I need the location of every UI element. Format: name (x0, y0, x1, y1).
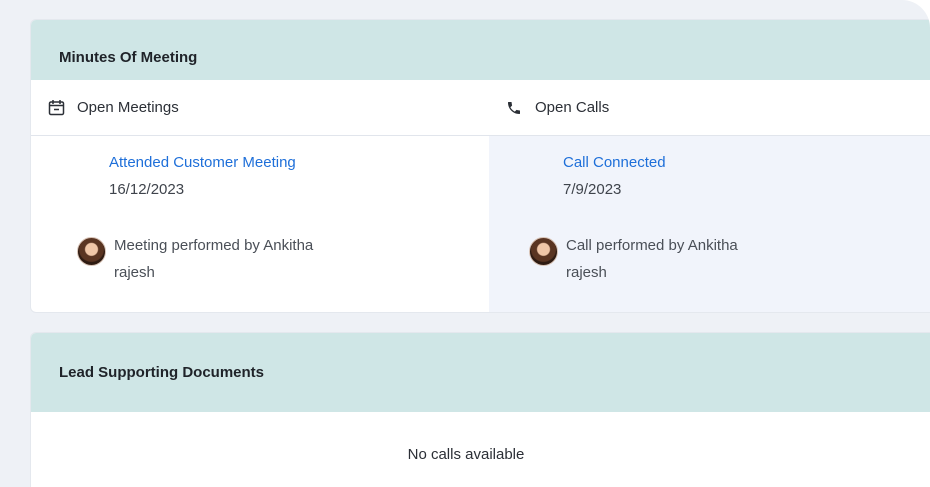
call-entry: Call Connected 7/9/2023 (563, 154, 666, 198)
avatar (529, 237, 558, 266)
meeting-performed-by: Meeting performed by Ankitha rajesh (114, 237, 314, 281)
open-meetings-header: Open Meetings (31, 80, 489, 136)
avatar (77, 237, 106, 266)
open-calls-header: Open Calls (489, 80, 930, 136)
open-meetings-label: Open Meetings (77, 99, 179, 116)
minutes-columns: Open Meetings Attended Customer Meeting … (31, 80, 930, 312)
empty-state-message: No calls available (407, 446, 525, 463)
phone-icon (505, 99, 523, 117)
open-calls-label: Open Calls (535, 99, 610, 116)
meeting-date: 16/12/2023 (109, 181, 185, 198)
call-performer: Call performed by Ankitha rajesh (529, 232, 766, 286)
minutes-of-meeting-card: Minutes Of Meeting Open Meetings Attende… (30, 19, 930, 313)
lead-supporting-documents-card: Lead Supporting Documents No calls avail… (30, 332, 930, 487)
open-meetings-column: Open Meetings Attended Customer Meeting … (31, 80, 489, 312)
call-title-link[interactable]: Call Connected (563, 154, 666, 171)
call-performed-by: Call performed by Ankitha rajesh (566, 237, 738, 281)
calendar-icon (47, 99, 65, 117)
page-canvas: Minutes Of Meeting Open Meetings Attende… (0, 0, 930, 487)
open-calls-column: Open Calls Call Connected 7/9/2023 Call … (489, 80, 930, 312)
minutes-of-meeting-title: Minutes Of Meeting (31, 20, 930, 80)
meeting-entry: Attended Customer Meeting 16/12/2023 (109, 154, 296, 198)
meeting-performer: Meeting performed by Ankitha rajesh (77, 232, 314, 286)
call-date: 7/9/2023 (563, 181, 622, 198)
lead-supporting-documents-title: Lead Supporting Documents (31, 333, 930, 412)
meeting-title-link[interactable]: Attended Customer Meeting (109, 154, 296, 171)
